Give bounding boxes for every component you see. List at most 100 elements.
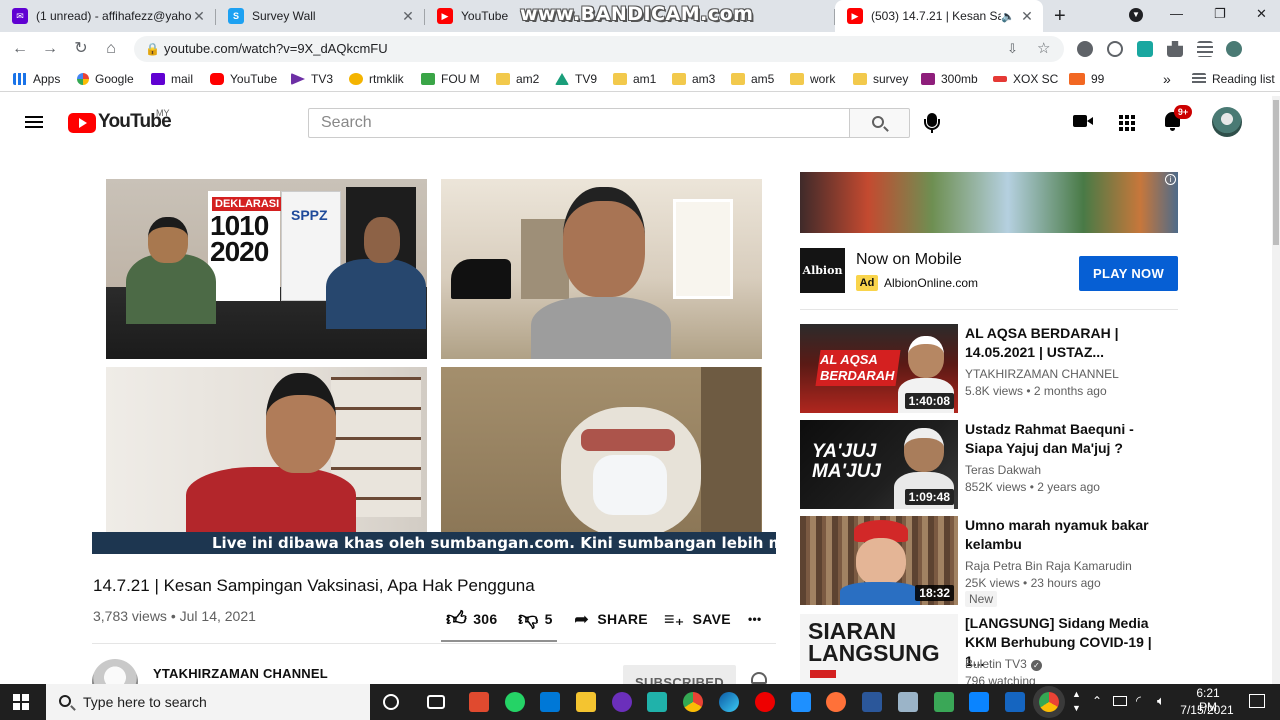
ad-info-icon[interactable]: i — [1165, 174, 1176, 185]
video-player[interactable]: DEKLARASI 1010 2020 SPPZ Live ini dibawa… — [92, 172, 776, 554]
bookmark-google[interactable]: Google — [77, 71, 134, 87]
share-button[interactable]: ➦ SHARE — [574, 607, 648, 631]
network-icon[interactable]: ◜ — [1136, 693, 1141, 709]
extension-icon[interactable] — [1107, 41, 1123, 57]
close-icon[interactable]: ✕ — [1019, 8, 1035, 25]
hamburger-menu-icon[interactable] — [25, 113, 43, 131]
channel-name[interactable]: Teras Dakwah — [965, 463, 1041, 477]
battery-icon[interactable] — [1113, 696, 1127, 706]
word-icon[interactable] — [862, 692, 882, 712]
taskbar-search-input[interactable]: Type here to search — [46, 684, 370, 720]
install-icon[interactable]: ⇩ — [1007, 36, 1018, 62]
cortana-icon[interactable] — [383, 694, 399, 710]
taskbar-clock-date[interactable]: 7/15/2021 — [1179, 703, 1235, 717]
tab-yahoo-mail[interactable]: ✉ (1 unread) - affihafezz@yahoo ✕ — [0, 0, 215, 32]
search-input[interactable]: Search — [308, 108, 850, 138]
lock-icon[interactable]: 🔒 — [145, 36, 160, 62]
video-thumbnail[interactable]: YA'JUJ MA'JUJ 1:09:48 — [800, 420, 958, 509]
media-control-icon[interactable] — [1197, 41, 1213, 57]
whatsapp-icon[interactable] — [505, 692, 525, 712]
bookmark-am2[interactable]: am2 — [496, 71, 539, 87]
edge-icon[interactable] — [719, 692, 739, 712]
bookmark-am1[interactable]: am1 — [613, 71, 656, 87]
chrome-active-icon[interactable] — [1039, 692, 1059, 712]
store-icon[interactable] — [540, 692, 560, 712]
recommended-video[interactable]: 18:32 Umno marah nyamuk bakar kelambu Ra… — [800, 516, 1180, 607]
extension-icon[interactable] — [1137, 41, 1153, 57]
tray-overflow-icon[interactable]: ⌃ — [1092, 694, 1102, 708]
bookmark-apps[interactable]: Apps — [13, 71, 60, 87]
app-icon[interactable] — [969, 692, 989, 712]
play-now-button[interactable]: PLAY NOW — [1079, 256, 1178, 291]
channel-name[interactable]: YTAKHIRZAMAN CHANNEL — [965, 367, 1119, 381]
recommended-video[interactable]: YA'JUJ MA'JUJ 1:09:48 Ustadz Rahmat Baeq… — [800, 420, 1180, 510]
ad-banner-image[interactable] — [800, 172, 1178, 233]
dislike-button[interactable]: 👎︎ 5 — [518, 607, 553, 631]
channel-name[interactable]: Raja Petra Bin Raja Kamarudin — [965, 559, 1132, 573]
extensions-puzzle-icon[interactable] — [1167, 41, 1183, 57]
bookmark-mail[interactable]: mail — [151, 71, 193, 87]
albion-logo[interactable]: Albion — [800, 248, 845, 293]
notification-bell-icon[interactable] — [751, 672, 767, 684]
bookmark-300mb[interactable]: 300mb — [921, 71, 978, 87]
microphone-icon[interactable] — [924, 113, 940, 133]
app-icon[interactable] — [647, 692, 667, 712]
video-title[interactable]: AL AQSA BERDARAH | 14.05.2021 | USTAZ... — [965, 324, 1165, 362]
bookmark-rtmklik[interactable]: rtmklik — [349, 71, 404, 87]
close-icon[interactable]: ✕ — [400, 8, 416, 25]
youtube-logo-icon[interactable] — [68, 113, 96, 133]
app-icon[interactable] — [898, 692, 918, 712]
bookmark-am3[interactable]: am3 — [672, 71, 715, 87]
chrome-icon[interactable] — [683, 692, 703, 712]
extension-icon[interactable] — [1077, 41, 1093, 57]
new-tab-button[interactable]: + — [1054, 5, 1066, 28]
minimize-icon[interactable]: — — [1170, 6, 1183, 21]
channel-name[interactable]: YTAKHIRZAMAN CHANNEL — [153, 666, 328, 681]
tab-search-icon[interactable]: ▼ — [1129, 8, 1143, 22]
tab-current-video[interactable]: ▶ (503) 14.7.21 | Kesan Sam 🔈 ✕ — [835, 0, 1043, 32]
speaker-icon[interactable]: 🔈 — [1001, 10, 1015, 23]
url-bar[interactable]: 🔒 youtube.com/watch?v=9X_dAQkcmFU ⇩ ☆ — [134, 36, 1064, 62]
video-thumbnail[interactable]: SIARAN LANGSUNG — [800, 614, 958, 684]
bookmark-work[interactable]: work — [790, 71, 835, 87]
apps-grid-icon[interactable] — [1119, 115, 1135, 131]
tab-survey-wall[interactable]: S Survey Wall ✕ — [216, 0, 424, 32]
back-icon[interactable]: ← — [10, 39, 30, 59]
channel-name[interactable]: Buletin TV3 ✓ — [965, 657, 1042, 671]
bookmark-tv9[interactable]: TV9 — [555, 71, 597, 87]
video-title[interactable]: Umno marah nyamuk bakar kelambu — [965, 516, 1165, 554]
video-title[interactable]: Ustadz Rahmat Baequni - Siapa Yajuj dan … — [965, 420, 1165, 458]
bookmark-survey[interactable]: survey — [853, 71, 908, 87]
reading-list-button[interactable]: Reading list — [1192, 71, 1275, 87]
firefox-icon[interactable] — [826, 692, 846, 712]
bookmark-am5[interactable]: am5 — [731, 71, 774, 87]
app-icon[interactable] — [612, 692, 632, 712]
bookmark-99[interactable]: 99 — [1069, 71, 1104, 87]
taskbar-scroll-arrows-icon[interactable]: ▲ ▼ — [1072, 687, 1081, 715]
like-button[interactable]: 👍︎ 306 — [446, 607, 497, 631]
app-icon[interactable] — [934, 692, 954, 712]
bookmarks-overflow-button[interactable]: » — [1163, 71, 1171, 87]
volume-icon[interactable]: 🔈︎ — [1157, 693, 1165, 709]
video-thumbnail[interactable]: 18:32 — [800, 516, 958, 605]
app-icon[interactable] — [469, 692, 489, 712]
reload-icon[interactable]: ↻ — [71, 39, 91, 59]
ad-title[interactable]: Now on Mobile — [856, 251, 962, 269]
recommended-video[interactable]: AL AQSA BERDARAH 1:40:08 AL AQSA BERDARA… — [800, 324, 1180, 414]
save-button[interactable]: ≡₊ SAVE — [664, 607, 731, 631]
bookmark-xox[interactable]: XOX SC — [993, 71, 1058, 87]
action-center-icon[interactable] — [1249, 694, 1265, 708]
create-video-icon[interactable] — [1073, 115, 1093, 127]
bookmark-youtube[interactable]: YouTube — [210, 71, 277, 87]
file-explorer-icon[interactable] — [576, 692, 596, 712]
bookmark-tv3[interactable]: TV3 — [291, 71, 333, 87]
close-icon[interactable]: ✕ — [191, 8, 207, 25]
opera-icon[interactable] — [755, 692, 775, 712]
app-icon[interactable] — [1005, 692, 1025, 712]
scrollbar-thumb[interactable] — [1273, 100, 1279, 245]
bookmark-fou-m[interactable]: FOU M — [421, 71, 480, 87]
video-thumbnail[interactable]: AL AQSA BERDARAH 1:40:08 — [800, 324, 958, 413]
profile-icon[interactable] — [1226, 41, 1242, 57]
app-icon[interactable] — [791, 692, 811, 712]
home-icon[interactable]: ⌂ — [101, 39, 121, 59]
